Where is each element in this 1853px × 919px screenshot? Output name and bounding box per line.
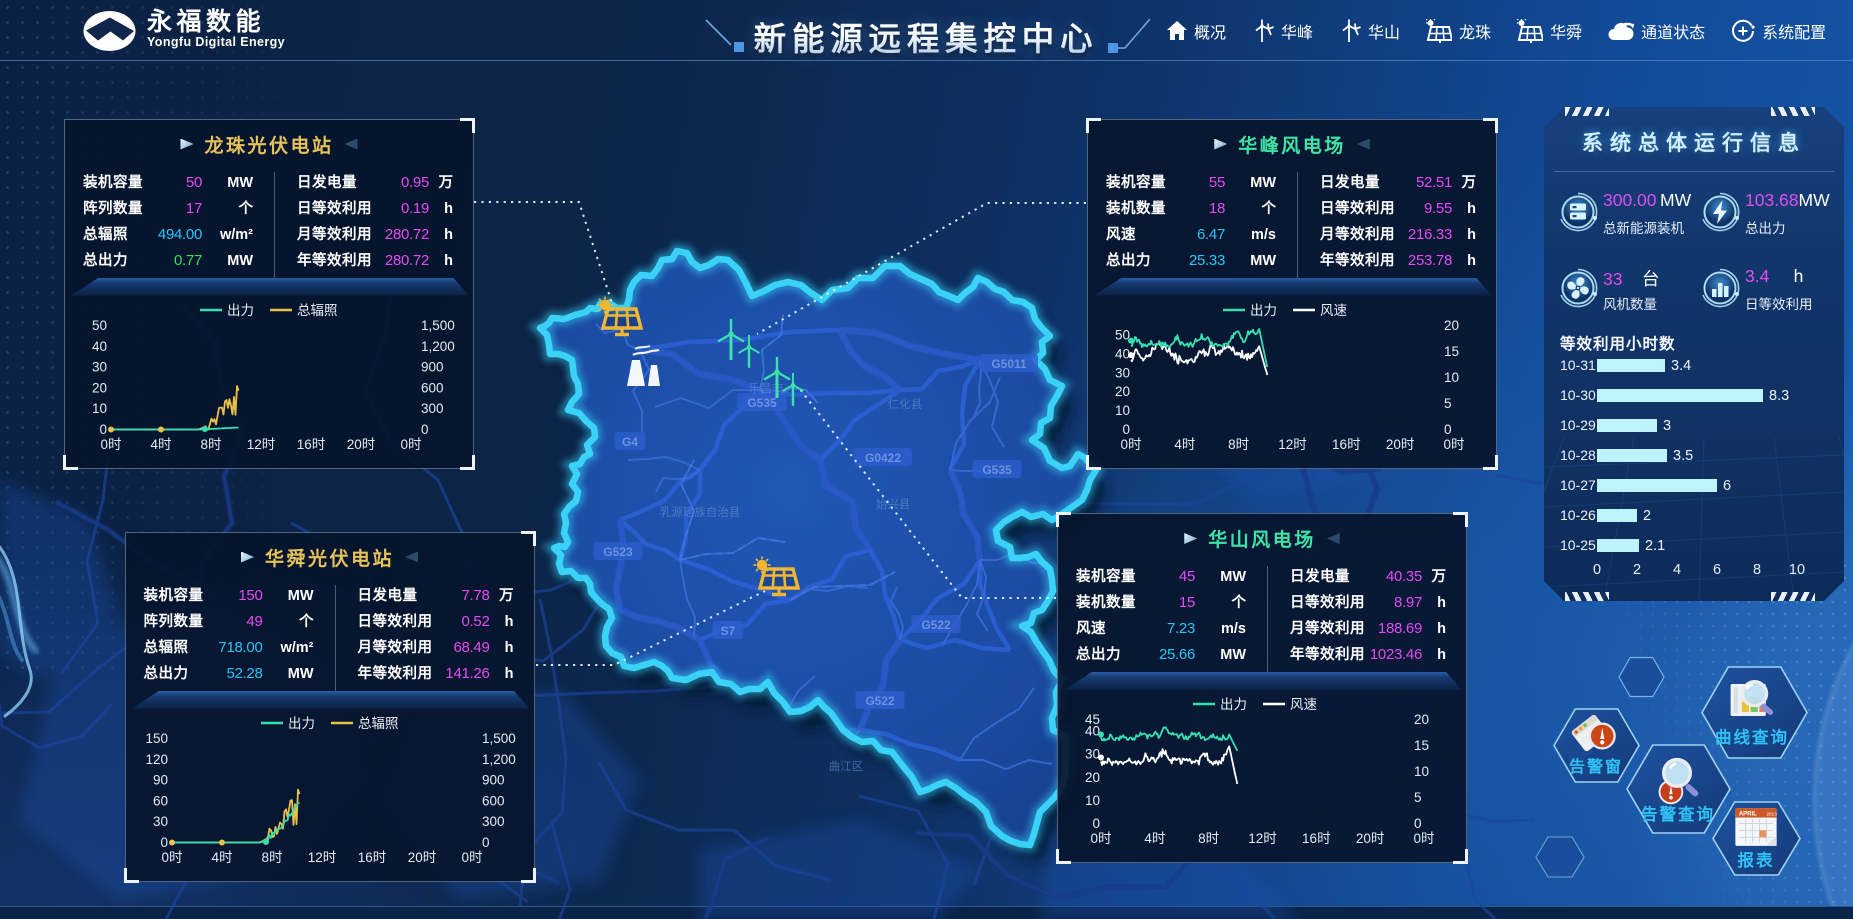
svg-text:0: 0 bbox=[1414, 816, 1422, 831]
svg-text:50: 50 bbox=[92, 318, 107, 333]
svg-text:0时: 0时 bbox=[461, 850, 482, 865]
svg-text:20: 20 bbox=[1085, 770, 1100, 785]
svg-text:40: 40 bbox=[1115, 346, 1130, 361]
svg-text:0时: 0时 bbox=[1090, 831, 1111, 846]
svg-text:30: 30 bbox=[152, 814, 167, 829]
svg-text:1,200: 1,200 bbox=[421, 338, 455, 353]
svg-text:0: 0 bbox=[1092, 816, 1100, 831]
svg-text:1,200: 1,200 bbox=[482, 751, 516, 766]
svg-text:600: 600 bbox=[421, 380, 444, 395]
svg-text:30: 30 bbox=[1085, 747, 1100, 762]
svg-text:40: 40 bbox=[92, 338, 107, 353]
svg-text:告警查询: 告警查询 bbox=[1641, 804, 1715, 824]
svg-text:0: 0 bbox=[1122, 422, 1130, 437]
svg-text:15: 15 bbox=[1414, 738, 1429, 753]
svg-text:20: 20 bbox=[92, 380, 107, 395]
svg-text:10: 10 bbox=[92, 401, 107, 416]
svg-text:1,500: 1,500 bbox=[482, 731, 516, 746]
svg-text:曲线查询: 曲线查询 bbox=[1715, 727, 1789, 747]
svg-text:600: 600 bbox=[482, 793, 505, 808]
svg-text:16时: 16时 bbox=[357, 850, 386, 865]
svg-text:8时: 8时 bbox=[200, 437, 221, 452]
svg-text:出力: 出力 bbox=[227, 303, 254, 318]
svg-text:10: 10 bbox=[1115, 403, 1130, 418]
svg-text:30: 30 bbox=[1115, 365, 1130, 380]
svg-text:150: 150 bbox=[145, 731, 168, 746]
svg-text:总辐照: 总辐照 bbox=[358, 716, 399, 731]
svg-text:12时: 12时 bbox=[247, 437, 276, 452]
svg-text:0时: 0时 bbox=[1413, 831, 1434, 846]
svg-text:20时: 20时 bbox=[1386, 437, 1415, 452]
svg-text:1,500: 1,500 bbox=[421, 318, 455, 333]
svg-text:15: 15 bbox=[1444, 344, 1459, 359]
svg-text:报表: 报表 bbox=[1738, 850, 1775, 870]
svg-text:12时: 12时 bbox=[1278, 437, 1307, 452]
svg-text:60: 60 bbox=[152, 793, 167, 808]
svg-text:20: 20 bbox=[1414, 712, 1429, 727]
svg-text:0: 0 bbox=[1444, 422, 1452, 437]
svg-text:90: 90 bbox=[152, 772, 167, 787]
svg-text:900: 900 bbox=[482, 772, 505, 787]
svg-text:0时: 0时 bbox=[100, 437, 121, 452]
svg-text:4时: 4时 bbox=[1144, 831, 1165, 846]
svg-text:300: 300 bbox=[421, 401, 444, 416]
svg-text:0: 0 bbox=[160, 835, 168, 850]
svg-text:20: 20 bbox=[1444, 318, 1459, 333]
svg-text:16时: 16时 bbox=[1332, 437, 1361, 452]
svg-text:总辐照: 总辐照 bbox=[297, 303, 338, 318]
svg-text:风速: 风速 bbox=[1320, 303, 1347, 318]
svg-text:20: 20 bbox=[1115, 384, 1130, 399]
svg-text:4时: 4时 bbox=[211, 850, 232, 865]
svg-text:0: 0 bbox=[421, 422, 429, 437]
svg-text:5: 5 bbox=[1414, 790, 1422, 805]
svg-text:16时: 16时 bbox=[1302, 831, 1331, 846]
svg-text:20时: 20时 bbox=[1356, 831, 1385, 846]
svg-text:20时: 20时 bbox=[407, 850, 436, 865]
svg-text:10: 10 bbox=[1085, 793, 1100, 808]
svg-text:出力: 出力 bbox=[288, 716, 315, 731]
svg-text:5: 5 bbox=[1444, 396, 1452, 411]
svg-text:16时: 16时 bbox=[297, 437, 326, 452]
svg-text:45: 45 bbox=[1085, 712, 1100, 727]
svg-text:300: 300 bbox=[482, 814, 505, 829]
svg-text:0: 0 bbox=[482, 835, 490, 850]
svg-text:0: 0 bbox=[99, 422, 107, 437]
svg-text:风速: 风速 bbox=[1290, 697, 1317, 712]
svg-text:10: 10 bbox=[1414, 764, 1429, 779]
svg-text:8时: 8时 bbox=[261, 850, 282, 865]
svg-text:告警窗: 告警窗 bbox=[1569, 757, 1623, 776]
svg-text:0时: 0时 bbox=[400, 437, 421, 452]
svg-text:20时: 20时 bbox=[347, 437, 376, 452]
svg-text:4时: 4时 bbox=[1174, 437, 1195, 452]
svg-text:12时: 12时 bbox=[307, 850, 336, 865]
svg-text:50: 50 bbox=[1115, 327, 1130, 342]
svg-text:出力: 出力 bbox=[1250, 303, 1277, 318]
svg-text:12时: 12时 bbox=[1248, 831, 1277, 846]
svg-text:30: 30 bbox=[92, 359, 107, 374]
svg-text:4时: 4时 bbox=[150, 437, 171, 452]
svg-text:APRIL: APRIL bbox=[1739, 811, 1757, 817]
svg-text:0时: 0时 bbox=[1120, 437, 1141, 452]
svg-text:8时: 8时 bbox=[1228, 437, 1249, 452]
svg-text:120: 120 bbox=[145, 751, 168, 766]
svg-text:2013: 2013 bbox=[1766, 811, 1777, 817]
svg-text:10: 10 bbox=[1444, 370, 1459, 385]
svg-text:900: 900 bbox=[421, 359, 444, 374]
svg-text:0时: 0时 bbox=[1443, 437, 1464, 452]
svg-text:出力: 出力 bbox=[1220, 697, 1247, 712]
svg-text:8时: 8时 bbox=[1198, 831, 1219, 846]
svg-text:0时: 0时 bbox=[161, 850, 182, 865]
